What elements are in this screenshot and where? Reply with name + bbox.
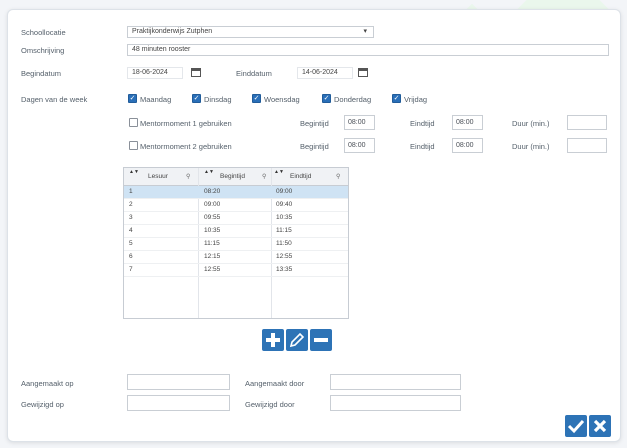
grid-header: ▲▼ Lesuur ⚲ ▲▼ Begintijd ⚲ ▲▼ Eindtijd ⚲ bbox=[124, 168, 348, 186]
cancel-icon bbox=[593, 419, 607, 433]
cell-eindtijd: 09:00 bbox=[276, 188, 293, 195]
calendar-icon[interactable] bbox=[191, 68, 201, 77]
cell-lesuur: 2 bbox=[129, 201, 133, 208]
cell-eindtijd: 10:35 bbox=[276, 214, 293, 221]
sort-icon[interactable]: ▲▼ bbox=[204, 169, 214, 175]
dagen-label: Dagen van de week bbox=[21, 95, 88, 104]
filter-icon[interactable]: ⚲ bbox=[336, 173, 340, 180]
einddatum-label: Einddatum bbox=[236, 69, 272, 78]
mentormoment-2-checkbox[interactable] bbox=[129, 141, 138, 150]
woensdag-label: Woensdag bbox=[264, 95, 300, 104]
donderdag-label: Donderdag bbox=[334, 95, 372, 104]
duur-2-label: Duur (min.) bbox=[512, 142, 550, 151]
column-header-begintijd[interactable]: Begintijd bbox=[220, 168, 245, 185]
sort-icon[interactable]: ▲▼ bbox=[129, 169, 139, 175]
cell-begintijd: 09:55 bbox=[204, 214, 221, 221]
chevron-down-icon: ▾ bbox=[363, 28, 367, 35]
eindtijd-2-label: Eindtijd bbox=[410, 142, 435, 151]
table-row[interactable]: 5 11:15 11:50 bbox=[124, 238, 348, 251]
cell-begintijd: 11:15 bbox=[204, 240, 220, 247]
cell-eindtijd: 11:15 bbox=[276, 227, 292, 234]
schoollocatie-label: Schoollocatie bbox=[21, 28, 66, 37]
table-row[interactable]: 3 09:55 10:35 bbox=[124, 212, 348, 225]
cell-eindtijd: 11:50 bbox=[276, 240, 292, 247]
duur-1-input[interactable] bbox=[567, 115, 607, 130]
cell-begintijd: 12:55 bbox=[204, 266, 221, 273]
cell-lesuur: 4 bbox=[129, 227, 133, 234]
begintijd-1-input[interactable]: 08:00 bbox=[344, 115, 375, 130]
duur-1-label: Duur (min.) bbox=[512, 119, 550, 128]
edit-icon bbox=[289, 332, 305, 348]
begintijd-2-label: Begintijd bbox=[300, 142, 329, 151]
begindatum-input[interactable]: 18-06-2024 bbox=[127, 67, 183, 79]
cell-begintijd: 12:15 bbox=[204, 253, 221, 260]
cell-lesuur: 1 bbox=[129, 188, 133, 195]
dinsdag-label: Dinsdag bbox=[204, 95, 232, 104]
cell-lesuur: 5 bbox=[129, 240, 133, 247]
table-row[interactable]: 7 12:55 13:35 bbox=[124, 264, 348, 277]
begintijd-2-input[interactable]: 08:00 bbox=[344, 138, 375, 153]
cell-begintijd: 09:00 bbox=[204, 201, 221, 208]
aangemaakt-op-label: Aangemaakt op bbox=[21, 379, 74, 388]
add-icon bbox=[266, 333, 280, 347]
eindtijd-2-input[interactable]: 08:00 bbox=[452, 138, 483, 153]
donderdag-checkbox[interactable]: ✓ bbox=[322, 94, 331, 103]
table-row[interactable]: 1 08:20 09:00 bbox=[124, 186, 348, 199]
aangemaakt-door-field bbox=[330, 374, 461, 390]
dinsdag-checkbox[interactable]: ✓ bbox=[192, 94, 201, 103]
begintijd-1-label: Begintijd bbox=[300, 119, 329, 128]
sort-icon[interactable]: ▲▼ bbox=[274, 169, 284, 175]
column-header-lesuur[interactable]: Lesuur bbox=[148, 168, 168, 185]
cell-lesuur: 7 bbox=[129, 266, 133, 273]
mentormoment-1-label: Mentormoment 1 gebruiken bbox=[140, 119, 232, 128]
omschrijving-input[interactable]: 48 minuten rooster bbox=[127, 44, 609, 56]
begindatum-label: Begindatum bbox=[21, 69, 62, 78]
aangemaakt-door-label: Aangemaakt door bbox=[245, 379, 305, 388]
woensdag-checkbox[interactable]: ✓ bbox=[252, 94, 261, 103]
mentormoment-1-checkbox[interactable] bbox=[129, 118, 138, 127]
eindtijd-1-label: Eindtijd bbox=[410, 119, 435, 128]
cancel-button[interactable] bbox=[589, 415, 611, 437]
gewijzigd-door-field bbox=[330, 395, 461, 411]
add-row-button[interactable] bbox=[262, 329, 284, 351]
eindtijd-1-input[interactable]: 08:00 bbox=[452, 115, 483, 130]
remove-row-button[interactable] bbox=[310, 329, 332, 351]
gewijzigd-op-field bbox=[127, 395, 230, 411]
mentormoment-2-label: Mentormoment 2 gebruiken bbox=[140, 142, 232, 151]
cell-lesuur: 6 bbox=[129, 253, 133, 260]
cell-begintijd: 08:20 bbox=[204, 188, 221, 195]
edit-row-button[interactable] bbox=[286, 329, 308, 351]
table-row[interactable]: 4 10:35 11:15 bbox=[124, 225, 348, 238]
maandag-label: Maandag bbox=[140, 95, 172, 104]
column-header-eindtijd[interactable]: Eindtijd bbox=[290, 168, 311, 185]
cell-eindtijd: 13:35 bbox=[276, 266, 293, 273]
lesuren-grid: ▲▼ Lesuur ⚲ ▲▼ Begintijd ⚲ ▲▼ Eindtijd ⚲… bbox=[123, 167, 349, 319]
einddatum-input[interactable]: 14-06-2024 bbox=[297, 67, 353, 79]
cell-eindtijd: 12:55 bbox=[276, 253, 293, 260]
confirm-icon bbox=[567, 419, 585, 434]
cell-begintijd: 10:35 bbox=[204, 227, 221, 234]
calendar-icon[interactable] bbox=[358, 68, 368, 77]
schoollocatie-value: Praktijkonderwijs Zutphen bbox=[132, 28, 213, 35]
gewijzigd-op-label: Gewijzigd op bbox=[21, 400, 64, 409]
duur-2-input[interactable] bbox=[567, 138, 607, 153]
maandag-checkbox[interactable]: ✓ bbox=[128, 94, 137, 103]
vrijdag-checkbox[interactable]: ✓ bbox=[392, 94, 401, 103]
filter-icon[interactable]: ⚲ bbox=[262, 173, 266, 180]
aangemaakt-op-field bbox=[127, 374, 230, 390]
gewijzigd-door-label: Gewijzigd door bbox=[245, 400, 295, 409]
schoollocatie-select[interactable]: Praktijkonderwijs Zutphen ▾ bbox=[127, 26, 374, 38]
confirm-button[interactable] bbox=[565, 415, 587, 437]
cell-lesuur: 3 bbox=[129, 214, 133, 221]
remove-icon bbox=[314, 338, 328, 342]
filter-icon[interactable]: ⚲ bbox=[186, 173, 190, 180]
vrijdag-label: Vrijdag bbox=[404, 95, 428, 104]
table-row[interactable]: 2 09:00 09:40 bbox=[124, 199, 348, 212]
omschrijving-label: Omschrijving bbox=[21, 46, 65, 55]
cell-eindtijd: 09:40 bbox=[276, 201, 293, 208]
table-row[interactable]: 6 12:15 12:55 bbox=[124, 251, 348, 264]
